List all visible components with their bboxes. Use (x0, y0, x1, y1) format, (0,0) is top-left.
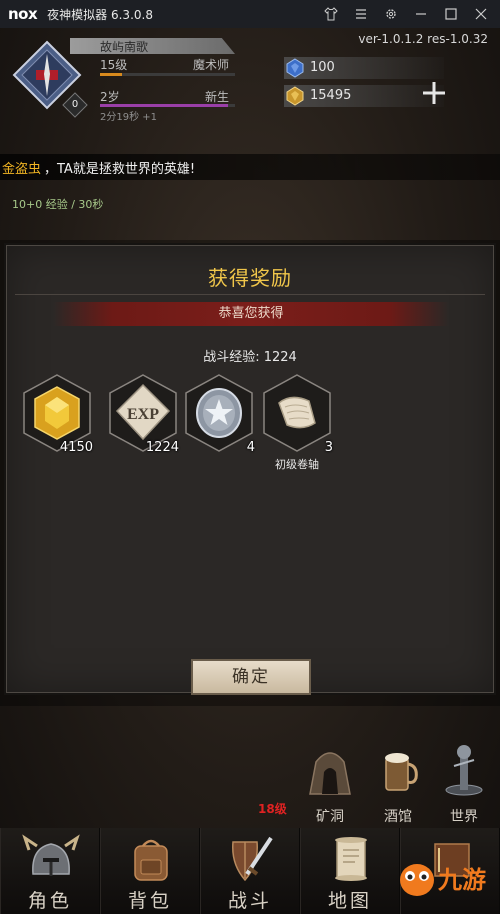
mine-icon (309, 752, 351, 795)
helmet-icon (22, 834, 80, 876)
emulator-title: 夜神模拟器 6.3.0.8 (47, 7, 153, 22)
watermark: 九游 (398, 848, 498, 908)
reward-count: 4150 (59, 440, 93, 455)
building-label: 矿洞 (316, 809, 344, 825)
gold-gem-count: 15495 (310, 88, 352, 103)
exp-rate-text: 10+0 经验 / 30秒 (12, 198, 104, 211)
svg-text:EXP: EXP (127, 406, 159, 423)
building-world[interactable]: 世界 (432, 718, 496, 828)
level-badge: 0 (62, 92, 88, 118)
broadcast-message: ，TA就是拯救世界的英雄! (44, 162, 196, 177)
reward-count: 4 (246, 440, 255, 455)
building-label: 世界 (450, 809, 478, 825)
reward-name: 初级卷轴 (275, 458, 319, 471)
gear-icon[interactable] (376, 0, 406, 28)
reward-count: 3 (324, 440, 333, 455)
broadcast-highlight: 金盗虫 (2, 162, 42, 177)
nox-logo: nox (8, 5, 38, 23)
player-class: 魔术师 (193, 58, 230, 72)
resource-blue-gem[interactable]: 100 (284, 57, 444, 79)
confirm-button[interactable]: 确定 (191, 659, 311, 695)
reward-item[interactable]: EXP 1224 (107, 373, 179, 465)
modal-title: 获得奖励 (208, 266, 292, 290)
reward-modal: 获得奖励 恭喜您获得 战斗经验: 1224 4150 EXP 1224 4 3 … (6, 245, 494, 695)
shirt-icon[interactable] (316, 0, 346, 28)
scroll-icon (263, 374, 331, 452)
tavern-icon (385, 753, 418, 791)
plus-icon[interactable] (420, 80, 448, 106)
congrats-ribbon: 恭喜您获得 (53, 302, 449, 326)
maximize-icon[interactable] (436, 0, 466, 28)
game-screen: ver-1.0.1.2 res-1.0.32 0 故屿南歌 15级 魔术师 2岁… (0, 28, 500, 914)
player-stage: 新生 (205, 90, 230, 104)
nav-label: 地图 (327, 890, 372, 912)
sword-shield-icon (232, 836, 273, 882)
reward-count: 1224 (145, 440, 179, 455)
watermark-logo-icon (400, 864, 434, 896)
menu-icon[interactable] (346, 0, 376, 28)
watermark-text: 九游 (438, 866, 486, 894)
player-name: 故屿南歌 (100, 40, 149, 54)
nav-map[interactable]: 地图 (300, 828, 400, 914)
nav-label: 背包 (127, 890, 172, 912)
reward-item[interactable]: 3 初级卷轴 (261, 373, 333, 471)
nav-character[interactable]: 角色 (0, 828, 100, 914)
town-level-tag: 18级 (258, 802, 287, 816)
emulator-title-bar: nox 夜神模拟器 6.3.0.8 (0, 0, 500, 28)
silver-coin-star-icon (185, 374, 253, 452)
reward-list: 4150 EXP 1224 4 3 初级卷轴 (21, 373, 481, 473)
blue-gem-icon (286, 58, 304, 78)
building-mine[interactable]: 矿洞 (298, 718, 362, 828)
age-timer: 2分19秒 +1 (100, 112, 158, 123)
blue-gem-count: 100 (310, 60, 335, 75)
battle-exp-text: 战斗经验: 1224 (203, 350, 297, 365)
town-area: 18级 矿洞 酒馆 世界 (0, 718, 500, 828)
reward-item[interactable]: 4 (183, 373, 255, 465)
nav-label: 角色 (27, 890, 72, 912)
player-age: 2岁 (100, 90, 120, 104)
version-label: ver-1.0.1.2 res-1.0.32 (358, 32, 488, 46)
nav-battle[interactable]: 战斗 (200, 828, 300, 914)
broadcast-bar: 金盗虫 ，TA就是拯救世界的英雄! (0, 154, 500, 180)
window-controls (316, 0, 496, 28)
building-tavern[interactable]: 酒馆 (366, 718, 430, 828)
world-icon (445, 745, 483, 796)
nav-label: 战斗 (227, 890, 272, 912)
gold-gem-icon (286, 86, 304, 106)
nav-backpack[interactable]: 背包 (100, 828, 200, 914)
minimize-icon[interactable] (406, 0, 436, 28)
reward-item[interactable]: 4150 (21, 373, 93, 465)
level-progress-bar (100, 73, 235, 76)
name-plate (70, 38, 235, 54)
player-level: 15级 (100, 58, 128, 72)
backpack-icon (134, 839, 168, 881)
building-label: 酒馆 (384, 809, 412, 825)
title-divider (15, 294, 485, 295)
close-icon[interactable] (466, 0, 496, 28)
map-scroll-icon (335, 837, 367, 881)
age-progress-bar (100, 104, 235, 107)
